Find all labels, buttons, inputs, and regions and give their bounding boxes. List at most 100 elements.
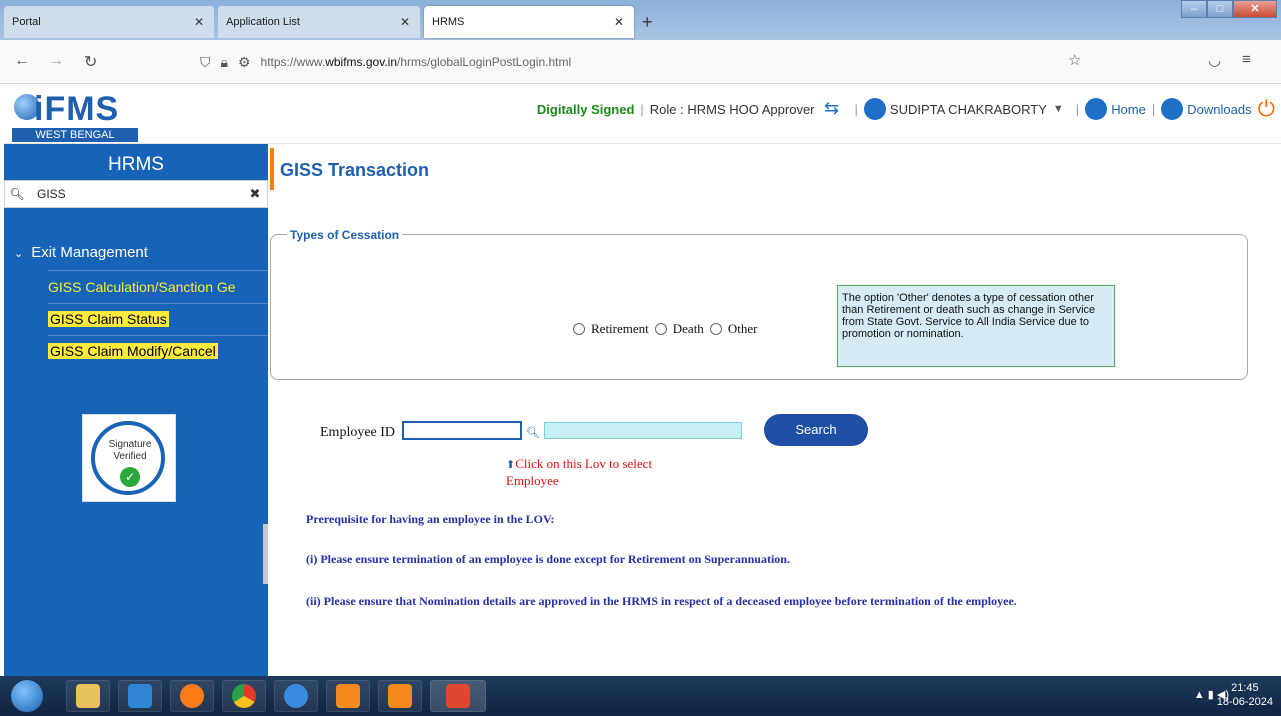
app-header: iFMS WEST BENGAL Digitally Signed | Role… [4, 84, 1281, 144]
minimize-button[interactable]: – [1181, 0, 1207, 18]
shield-icon: ⛉ [200, 53, 211, 70]
close-tab-icon[interactable]: ✕ [612, 15, 626, 29]
downloads-link[interactable]: Downloads [1187, 102, 1251, 117]
download-icon[interactable] [1161, 98, 1184, 120]
snip-icon [336, 684, 360, 708]
divider: | [640, 101, 644, 117]
tab-label: Application List [226, 16, 300, 28]
window-controls: – □ ✕ [1181, 0, 1277, 18]
sidebar-section-exit-management[interactable]: ⌄ Exit Management [14, 244, 148, 261]
close-tab-icon[interactable]: ✕ [398, 15, 412, 29]
screen: Portal ✕ Application List ✕ HRMS ✕ + – □… [0, 0, 1281, 716]
clear-search-icon[interactable]: ✖ [243, 186, 267, 202]
taskbar-app-ie[interactable] [274, 680, 318, 712]
url-domain: wbifms.gov.in [325, 55, 398, 69]
sidebar-item-giss-claim-modify[interactable]: GISS Claim Modify/Cancel [48, 343, 218, 359]
title-accent [270, 148, 274, 190]
tab-label: Portal [12, 16, 41, 28]
taskbar-app-pdf[interactable] [430, 680, 486, 712]
home-link[interactable]: Home [1111, 102, 1146, 117]
start-button[interactable] [10, 679, 44, 713]
reload-icon[interactable]: ↻ [84, 52, 97, 72]
badge-text: Signature [108, 439, 152, 450]
close-window-button[interactable]: ✕ [1233, 0, 1277, 18]
clock-time: 21:45 [1231, 682, 1259, 694]
address-bar[interactable]: ⛉ 🔒︎ ⚙ https://www. wbifms.gov.in/hrms/gl… [200, 48, 1100, 76]
cessation-radio-group: Retirement Death Other [567, 321, 757, 337]
ie-icon [284, 684, 308, 708]
lov-hint-text: Click on this Lov to select Employee [506, 456, 653, 488]
employee-id-input[interactable] [402, 421, 522, 440]
chevron-down-icon: ⌄ [14, 248, 24, 260]
menu-icon[interactable]: ≡ [1242, 51, 1251, 68]
taskbar-app-firefox[interactable] [170, 680, 214, 712]
home-icon[interactable] [1085, 98, 1108, 120]
main-content: GISS Transaction Types of Cessation Reti… [268, 144, 1278, 676]
taskbar-app-explorer[interactable] [66, 680, 110, 712]
divider: | [854, 101, 858, 117]
clock-date: 18-06-2024 [1216, 696, 1273, 708]
logo-subtitle: WEST BENGAL [12, 128, 138, 142]
radio-label: Retirement [591, 321, 649, 336]
user-avatar-icon [863, 98, 886, 120]
search-button[interactable]: Search [764, 414, 868, 446]
sidebar-item-giss-claim-status[interactable]: GISS Claim Status [48, 311, 169, 327]
chevron-down-icon[interactable]: ▼ [1053, 103, 1064, 115]
chrome-icon [232, 684, 256, 708]
taskbar-app-snip[interactable] [326, 680, 370, 712]
radio-death[interactable] [654, 323, 667, 335]
role-label: Role : HRMS HOO Approver [649, 101, 815, 117]
new-tab-icon[interactable]: + [642, 12, 653, 33]
divider [48, 335, 268, 336]
snip-icon [388, 684, 412, 708]
browser-navbar: ← → ↻ ⛉ 🔒︎ ⚙ https://www. wbifms.gov.in/h… [0, 40, 1281, 84]
browser-tab-strip: Portal ✕ Application List ✕ HRMS ✕ + – □… [0, 0, 1281, 40]
bookmark-star-icon[interactable]: ☆ [1068, 51, 1081, 69]
permissions-icon: ⚙ [237, 53, 251, 70]
lov-hint: ⬆Click on this Lov to select Employee [506, 456, 706, 488]
url-path: /hrms/globalLoginPostLogin.html [397, 55, 572, 69]
back-icon[interactable]: ← [14, 52, 30, 70]
tab-label: HRMS [432, 16, 465, 28]
sidebar: HRMS 🔍︎ GISS ✖ ⌄ Exit Management GISS Cal… [4, 144, 272, 676]
sidebar-item-giss-calculation[interactable]: GISS Calculation/Sanction Ge [48, 279, 236, 295]
section-label: Exit Management [31, 244, 148, 261]
user-name[interactable]: SUDIPTA CHAKRABORTY [890, 102, 1047, 117]
arrow-up-icon: ⬆ [506, 459, 516, 471]
menu-search-input[interactable]: GISS [29, 187, 243, 201]
power-icon[interactable]: ⏻ [1258, 96, 1275, 122]
search-icon: 🔍︎ [9, 187, 25, 201]
logo-text: iFMS [34, 90, 120, 128]
maximize-button[interactable]: □ [1207, 0, 1233, 18]
signature-verified-badge: Signature Verified ✓ [82, 414, 176, 502]
pocket-icon[interactable]: ◡ [1208, 51, 1221, 69]
forward-icon[interactable]: → [48, 52, 64, 70]
taskbar-app-snip2[interactable] [378, 680, 422, 712]
pdf-icon [446, 684, 470, 708]
radio-retirement[interactable] [573, 323, 585, 335]
taskbar-app-media[interactable] [118, 680, 162, 712]
ifms-logo[interactable]: iFMS WEST BENGAL [12, 90, 142, 142]
lov-search-icon[interactable]: 🔍︎ [526, 426, 540, 439]
tab-application-list[interactable]: Application List ✕ [218, 6, 420, 38]
divider: | [1151, 101, 1156, 117]
tab-hrms[interactable]: HRMS ✕ [424, 6, 634, 38]
tab-portal[interactable]: Portal ✕ [4, 6, 214, 38]
media-player-icon [128, 684, 152, 708]
employee-name-field [544, 422, 742, 439]
radio-other[interactable] [709, 323, 722, 335]
cessation-fieldset: Types of Cessation Retirement Death Othe… [270, 228, 1248, 380]
radio-label: Death [672, 321, 704, 336]
sidebar-title: HRMS [108, 154, 164, 175]
menu-search[interactable]: 🔍︎ GISS ✖ [4, 180, 268, 208]
clock[interactable]: 21:45 18-06-2024 [1217, 681, 1273, 709]
prerequisite-heading: Prerequisite for having an employee in t… [306, 512, 555, 526]
employee-id-label: Employee ID [320, 425, 396, 440]
prerequisite-item: (i) Please ensure termination of an empl… [306, 552, 790, 566]
radio-label: Other [727, 321, 758, 336]
taskbar-app-chrome[interactable] [222, 680, 266, 712]
switch-role-icon[interactable]: ⇆ [819, 98, 845, 120]
page-title: GISS Transaction [280, 160, 430, 180]
close-tab-icon[interactable]: ✕ [192, 15, 206, 29]
badge-text: Verified [113, 451, 147, 462]
